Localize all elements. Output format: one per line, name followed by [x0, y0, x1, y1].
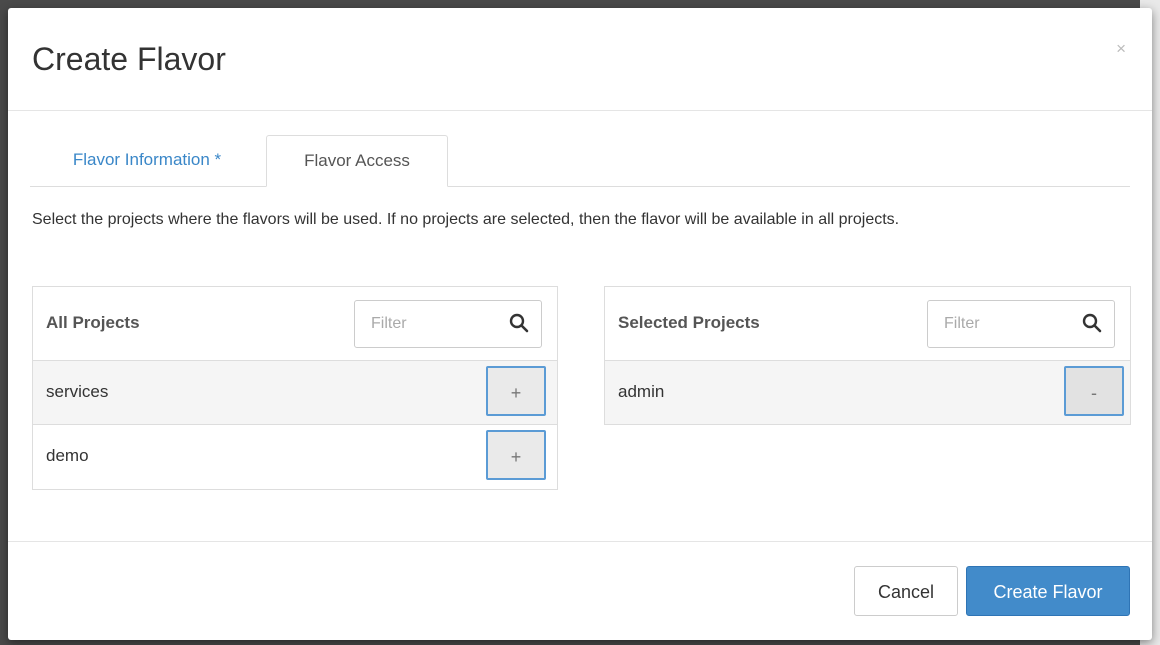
- add-project-button[interactable]: +: [486, 430, 546, 480]
- project-row-services: services +: [33, 361, 557, 425]
- project-row-admin: admin -: [605, 361, 1130, 424]
- selected-projects-panel: Selected Projects admin -: [604, 286, 1131, 425]
- remove-project-button[interactable]: -: [1064, 366, 1124, 416]
- modal-footer: Cancel Create Flavor: [8, 541, 1152, 641]
- project-row-demo: demo +: [33, 425, 557, 488]
- add-project-button[interactable]: +: [486, 366, 546, 416]
- project-name: admin: [618, 382, 665, 401]
- tab-flavor-access[interactable]: Flavor Access: [266, 135, 448, 187]
- project-name: services: [46, 382, 109, 401]
- selected-projects-filter-input[interactable]: [928, 301, 1086, 347]
- tab-bar: Flavor Information * Flavor Access: [30, 135, 1130, 187]
- search-icon[interactable]: [509, 313, 529, 333]
- all-projects-panel: All Projects services + demo +: [32, 286, 558, 490]
- selected-projects-header: Selected Projects: [605, 287, 1130, 361]
- modal-title: Create Flavor: [32, 41, 226, 77]
- project-name: demo: [46, 446, 89, 465]
- cancel-button[interactable]: Cancel: [854, 566, 958, 616]
- all-projects-filter: [354, 300, 542, 348]
- all-projects-title: All Projects: [46, 313, 140, 332]
- create-flavor-button[interactable]: Create Flavor: [966, 566, 1130, 616]
- help-text: Select the projects where the flavors wi…: [32, 211, 900, 228]
- modal-header: Create Flavor ×: [8, 8, 1152, 111]
- close-icon[interactable]: ×: [1116, 40, 1126, 57]
- all-projects-header: All Projects: [33, 287, 557, 361]
- all-projects-filter-input[interactable]: [355, 301, 513, 347]
- selected-projects-filter: [927, 300, 1115, 348]
- tab-flavor-information[interactable]: Flavor Information *: [30, 135, 264, 185]
- search-icon[interactable]: [1082, 313, 1102, 333]
- create-flavor-dialog: Create Flavor × Flavor Information * Fla…: [8, 8, 1152, 640]
- selected-projects-title: Selected Projects: [618, 313, 760, 332]
